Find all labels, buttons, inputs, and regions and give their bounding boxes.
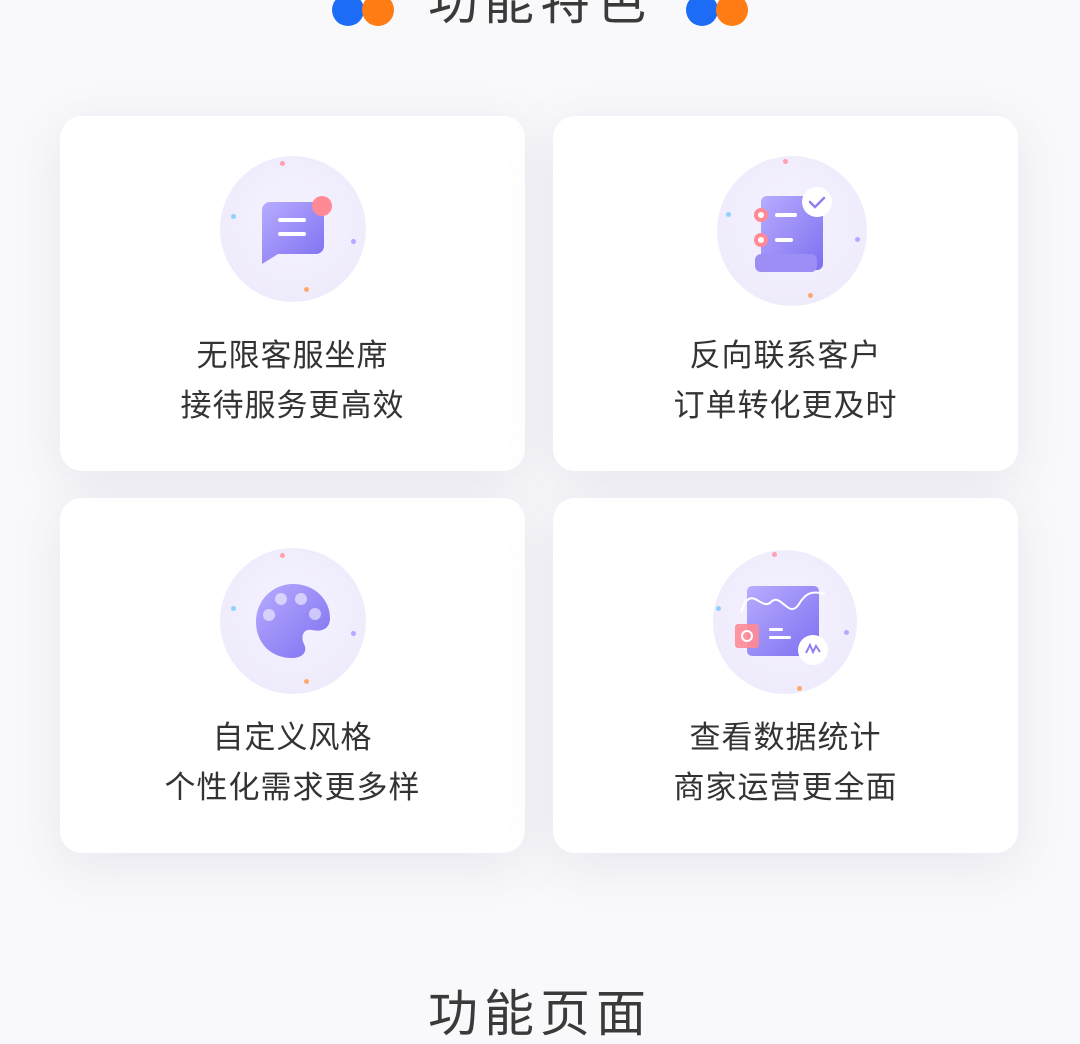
feature-subtitle: 商家运营更全面: [673, 770, 898, 806]
feature-card: 查看数据统计 商家运营更全面: [553, 498, 1018, 853]
data-chart-icon: [713, 550, 857, 694]
feature-card: 无限客服坐席 接待服务更高效: [60, 116, 525, 471]
feature-subtitle: 订单转化更及时: [673, 388, 898, 424]
feature-subtitle: 接待服务更高效: [180, 388, 405, 424]
feature-card: 自定义风格 个性化需求更多样: [60, 498, 525, 853]
section-title: 功能特色: [428, 0, 652, 31]
heading-decoration-right: [686, 0, 750, 26]
feature-subtitle: 个性化需求更多样: [164, 770, 421, 806]
feature-title: 反向联系客户: [689, 338, 882, 374]
order-list-icon: [717, 156, 867, 306]
next-section-title: 功能页面: [428, 985, 652, 1043]
feature-title: 无限客服坐席: [196, 338, 389, 374]
chat-bubble-icon: [220, 156, 366, 302]
feature-card: 反向联系客户 订单转化更及时: [553, 116, 1018, 471]
feature-title: 查看数据统计: [689, 720, 882, 756]
palette-icon: [220, 548, 366, 694]
feature-title: 自定义风格: [212, 720, 373, 756]
